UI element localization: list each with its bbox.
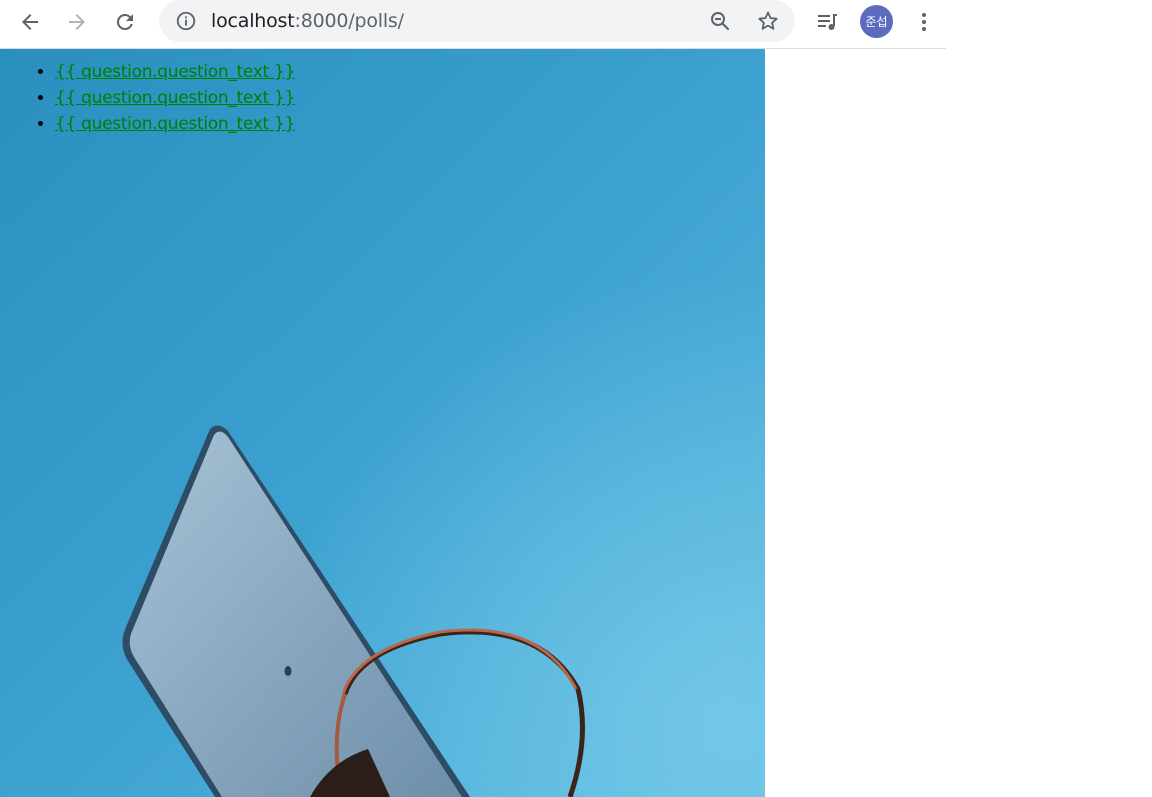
back-button[interactable] [12,4,48,40]
arrow-right-icon [69,14,85,30]
url-path: :8000/polls/ [294,10,405,32]
chrome-menu-button[interactable] [906,4,942,40]
info-icon[interactable] [175,10,197,32]
question-item: {{ question.question_text }} [55,111,295,137]
question-link[interactable]: {{ question.question_text }} [55,114,295,134]
browser-toolbar: localhost:8000/polls/ 준섭 [0,0,946,49]
url-text[interactable]: localhost:8000/polls/ [211,10,404,32]
arrow-left-icon [22,14,38,30]
kebab-menu-icon [922,13,926,31]
question-link[interactable]: {{ question.question_text }} [55,88,295,108]
question-list: {{ question.question_text }} {{ question… [0,59,295,137]
basketball-hoop-background-image [0,49,765,797]
page-content: {{ question.question_text }} {{ question… [0,49,765,797]
question-link[interactable]: {{ question.question_text }} [55,62,295,82]
zoom-out-icon[interactable] [708,9,732,33]
reload-button[interactable] [107,4,143,40]
star-icon[interactable] [756,9,780,33]
media-queue-icon [818,14,837,30]
url-host: localhost [211,10,295,32]
question-item: {{ question.question_text }} [55,59,295,85]
question-item: {{ question.question_text }} [55,85,295,111]
address-bar[interactable]: localhost:8000/polls/ [159,0,795,42]
media-control-button[interactable] [809,4,845,40]
forward-button[interactable] [59,4,95,40]
profile-avatar[interactable]: 준섭 [860,5,893,38]
reload-icon [116,13,133,30]
